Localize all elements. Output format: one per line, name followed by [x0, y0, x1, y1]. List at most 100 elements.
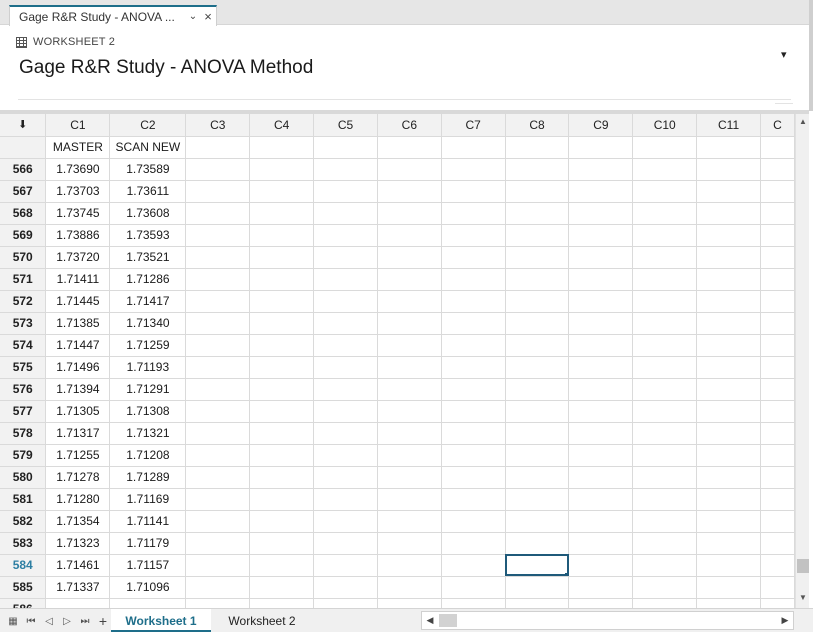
cell-master[interactable]: 1.71445	[45, 290, 111, 313]
cell-master[interactable]	[45, 598, 111, 608]
grid-cell[interactable]	[185, 246, 251, 269]
cell-master[interactable]: 1.71385	[45, 312, 111, 335]
chevron-down-icon[interactable]: ⌄	[186, 11, 200, 22]
sort-arrow-icon[interactable]: ⬇	[0, 114, 47, 137]
grid-cell[interactable]	[185, 598, 251, 608]
grid-cell[interactable]	[760, 378, 795, 401]
selected-cell[interactable]	[505, 554, 570, 577]
grid-cell[interactable]	[185, 290, 251, 313]
grid-cell[interactable]	[696, 466, 761, 489]
grid-cell[interactable]	[441, 576, 506, 599]
grid-cell[interactable]	[313, 510, 378, 533]
grid-cell[interactable]	[760, 312, 795, 335]
grid-cell[interactable]	[441, 312, 506, 335]
grid-cell[interactable]	[632, 224, 698, 247]
column-header-c9[interactable]: C9	[568, 114, 634, 137]
grid-cell[interactable]	[568, 576, 634, 599]
grid-cell[interactable]	[441, 378, 506, 401]
add-sheet-icon[interactable]: +	[94, 613, 112, 629]
row-header[interactable]: 568	[0, 202, 47, 225]
grid-cell[interactable]	[185, 488, 251, 511]
grid-cell[interactable]	[441, 554, 506, 577]
row-header[interactable]: 576	[0, 378, 47, 401]
cell-master[interactable]: 1.71317	[45, 422, 111, 445]
grid-cell[interactable]	[377, 202, 442, 225]
column-header-c10[interactable]: C10	[632, 114, 698, 137]
column-name-cell[interactable]: SCAN NEW	[109, 136, 187, 159]
column-name-cell[interactable]	[505, 136, 570, 159]
row-header[interactable]: 572	[0, 290, 47, 313]
grid-cell[interactable]	[568, 444, 634, 467]
column-header-c5[interactable]: C5	[313, 114, 378, 137]
grid-cell[interactable]	[505, 290, 570, 313]
sheet-tab-worksheet-2[interactable]: Worksheet 2	[216, 609, 308, 632]
last-sheet-icon[interactable]: ⏭	[76, 616, 94, 627]
grid-cell[interactable]	[760, 224, 795, 247]
grid-cell[interactable]	[760, 532, 795, 555]
cell-master[interactable]: 1.71354	[45, 510, 111, 533]
grid-cell[interactable]	[505, 158, 570, 181]
grid-cell[interactable]	[568, 554, 634, 577]
grid-cell[interactable]	[377, 510, 442, 533]
grid-cell[interactable]	[696, 224, 761, 247]
horizontal-scroll-thumb[interactable]	[439, 614, 457, 627]
grid-cell[interactable]	[441, 158, 506, 181]
grid-cell[interactable]	[505, 576, 570, 599]
grid-cell[interactable]	[377, 334, 442, 357]
grid-cell[interactable]	[249, 268, 315, 291]
grid-cell[interactable]	[568, 510, 634, 533]
column-header-c4[interactable]: C4	[249, 114, 315, 137]
scroll-up-icon[interactable]: ▲	[796, 115, 810, 129]
grid-cell[interactable]	[632, 290, 698, 313]
grid-cell[interactable]	[249, 488, 315, 511]
horizontal-scrollbar[interactable]: ◀ ▶	[421, 611, 794, 630]
grid-cell[interactable]	[185, 466, 251, 489]
cell-master[interactable]: 1.71496	[45, 356, 111, 379]
grid-cell[interactable]	[313, 576, 378, 599]
grid-cell[interactable]	[441, 400, 506, 423]
row-header[interactable]: 586	[0, 598, 47, 608]
row-header[interactable]: 571	[0, 268, 47, 291]
grid-cell[interactable]	[568, 488, 634, 511]
grid-cell[interactable]	[249, 356, 315, 379]
cell-master[interactable]: 1.71447	[45, 334, 111, 357]
grid-cell[interactable]	[568, 312, 634, 335]
grid-cell[interactable]	[441, 202, 506, 225]
grid-cell[interactable]	[185, 180, 251, 203]
grid-cell[interactable]	[632, 334, 698, 357]
cell-scan-new[interactable]: 1.71157	[109, 554, 187, 577]
grid-cell[interactable]	[568, 224, 634, 247]
column-header-c3[interactable]: C3	[185, 114, 251, 137]
column-header-c1[interactable]: C1	[45, 114, 111, 137]
sheet-list-icon[interactable]: ▦	[4, 616, 22, 627]
grid-cell[interactable]	[377, 598, 442, 608]
grid-cell[interactable]	[249, 532, 315, 555]
grid-cell[interactable]	[696, 400, 761, 423]
grid-cell[interactable]	[313, 378, 378, 401]
grid-cell[interactable]	[760, 246, 795, 269]
grid-cell[interactable]	[441, 334, 506, 357]
grid-cell[interactable]	[696, 356, 761, 379]
grid-cell[interactable]	[313, 202, 378, 225]
grid-cell[interactable]	[249, 224, 315, 247]
column-name-cell[interactable]	[313, 136, 378, 159]
column-name-cell[interactable]	[185, 136, 251, 159]
scroll-left-icon[interactable]: ◀	[422, 612, 438, 629]
cell-scan-new[interactable]: 1.71259	[109, 334, 187, 357]
grid-cell[interactable]	[249, 158, 315, 181]
grid-cell[interactable]	[441, 290, 506, 313]
grid-cell[interactable]	[760, 488, 795, 511]
cell-master[interactable]: 1.71255	[45, 444, 111, 467]
cell-scan-new[interactable]: 1.71208	[109, 444, 187, 467]
grid-cell[interactable]	[185, 444, 251, 467]
grid-cell[interactable]	[377, 400, 442, 423]
grid-cell[interactable]	[568, 202, 634, 225]
grid-cell[interactable]	[313, 598, 378, 608]
cell-master[interactable]: 1.73720	[45, 246, 111, 269]
grid-cell[interactable]	[505, 268, 570, 291]
grid-cell[interactable]	[760, 576, 795, 599]
grid-cell[interactable]	[632, 488, 698, 511]
grid-cell[interactable]	[632, 576, 698, 599]
grid-cell[interactable]	[696, 554, 761, 577]
grid-cell[interactable]	[377, 378, 442, 401]
